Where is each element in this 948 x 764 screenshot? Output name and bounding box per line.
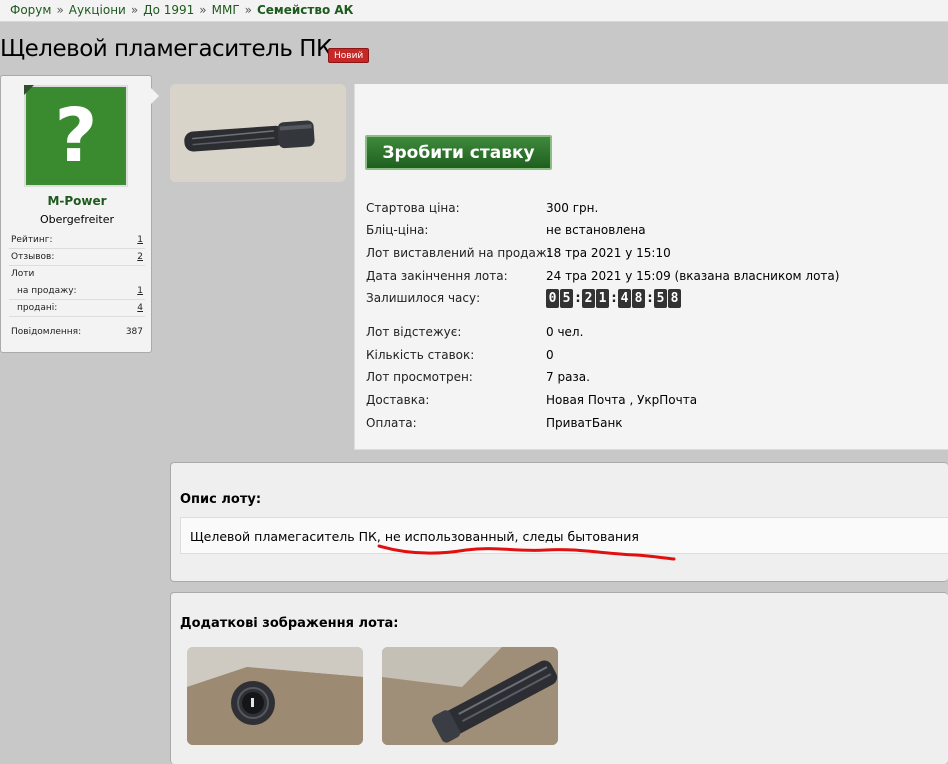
breadcrumb-separator: » [130, 3, 139, 17]
timer-digit: 8 [668, 289, 681, 308]
delivery-label: Доставка: [366, 393, 430, 407]
listed-date-label: Лот виставлений на продаж: [366, 246, 551, 260]
breadcrumb-link-mmg[interactable]: ММГ [212, 3, 240, 17]
timer-digit: 8 [632, 289, 645, 308]
time-left-label: Залишилося часу: [366, 291, 481, 305]
end-date-value: 24 тра 2021 у 15:09 (вказана власником л… [546, 269, 840, 283]
flash-hider-image [170, 84, 346, 182]
timer-colon: : [575, 291, 581, 306]
divider [9, 265, 145, 266]
additional-image-2[interactable] [382, 647, 558, 745]
stat-for-sale-value[interactable]: 1 [137, 286, 143, 296]
payment-value: ПриватБанк [546, 416, 623, 430]
timer-colon: : [611, 291, 617, 306]
start-price-value: 300 грн. [546, 201, 599, 215]
stat-sold-label: продані: [17, 303, 58, 313]
stat-messages: Повідомлення: 387 [11, 327, 143, 337]
timer-colon: : [647, 291, 653, 306]
question-mark-icon: ? [28, 89, 124, 183]
blitz-price-label: Бліц-ціна: [366, 223, 429, 237]
timer-digit: 1 [596, 289, 609, 308]
user-card: ? M-Power Obergefreiter Рейтинг: 1 Отзыв… [0, 75, 152, 353]
timer-digit: 0 [546, 289, 559, 308]
breadcrumb-separator: » [56, 3, 64, 17]
listed-date-value: 18 тра 2021 у 15:10 [546, 246, 671, 260]
stat-for-sale-label: на продажу: [17, 286, 77, 296]
additional-image-1[interactable] [187, 647, 363, 745]
breadcrumb-separator: » [244, 3, 252, 17]
additional-images-heading: Додаткові зображення лота: [180, 616, 399, 631]
stat-rating-value[interactable]: 1 [137, 235, 143, 245]
stat-lots: Лоти [11, 269, 143, 279]
breadcrumb: Форум » Аукціони » До 1991 » ММГ » Семейство АК [0, 0, 948, 22]
end-date-label: Дата закінчення лота: [366, 269, 508, 283]
stat-reviews-value[interactable]: 2 [137, 252, 143, 262]
blitz-price-value: не встановлена [546, 223, 646, 237]
stat-reviews-label: Отзывов: [11, 252, 55, 262]
lot-main-image[interactable] [170, 84, 346, 182]
place-bid-button[interactable]: Зробити ставку [365, 135, 552, 170]
user-rank: Obergefreiter [39, 213, 115, 226]
divider [9, 248, 145, 249]
red-underline-annotation [377, 544, 676, 561]
timer-digit: 5 [654, 289, 667, 308]
breadcrumb-link-forum[interactable]: Форум [10, 3, 51, 17]
stat-rating: Рейтинг: 1 [11, 235, 143, 245]
timer-digit: 4 [618, 289, 631, 308]
stat-sold-value[interactable]: 4 [137, 303, 143, 313]
breadcrumb-link-auctions[interactable]: Аукціони [69, 3, 126, 17]
views-label: Лот просмотрен: [366, 370, 473, 384]
breadcrumb-link-before-1991[interactable]: До 1991 [143, 3, 194, 17]
payment-label: Оплата: [366, 416, 417, 430]
breadcrumb-current[interactable]: Семейство АК [257, 3, 353, 17]
bids-count-value: 0 [546, 348, 554, 362]
stat-sold: продані: 4 [17, 303, 143, 313]
description-heading: Опис лоту: [180, 492, 262, 507]
stat-for-sale: на продажу: 1 [17, 286, 143, 296]
watchers-value: 0 чел. [546, 325, 584, 339]
page-title: Щелевой пламегаситель ПК [0, 36, 332, 62]
user-card-pointer [151, 88, 159, 104]
start-price-label: Стартова ціна: [366, 201, 460, 215]
countdown-timer: 0 5 : 2 1 : 4 8 : 5 8 [546, 289, 682, 308]
timer-digit: 5 [560, 289, 573, 308]
delivery-value: Новая Почта , УкрПочта [546, 393, 698, 407]
watchers-label: Лот відстежує: [366, 325, 462, 339]
stat-lots-label: Лоти [11, 269, 35, 279]
flash-hider-side-view-image [382, 647, 558, 745]
stat-messages-value: 387 [125, 327, 143, 337]
divider [9, 299, 145, 300]
stat-messages-label: Повідомлення: [11, 327, 82, 337]
avatar-corner-fold [24, 85, 34, 95]
bids-count-label: Кількість ставок: [366, 348, 475, 362]
flash-hider-end-view-image [187, 647, 363, 745]
stat-reviews: Отзывов: 2 [11, 252, 143, 262]
username-link[interactable]: M-Power [1, 194, 153, 208]
stat-rating-label: Рейтинг: [11, 235, 53, 245]
timer-digit: 2 [582, 289, 595, 308]
avatar[interactable]: ? [24, 85, 128, 187]
views-value: 7 раза. [546, 370, 590, 384]
breadcrumb-separator: » [199, 3, 207, 17]
divider [9, 316, 145, 317]
new-badge: Новий [328, 48, 370, 63]
